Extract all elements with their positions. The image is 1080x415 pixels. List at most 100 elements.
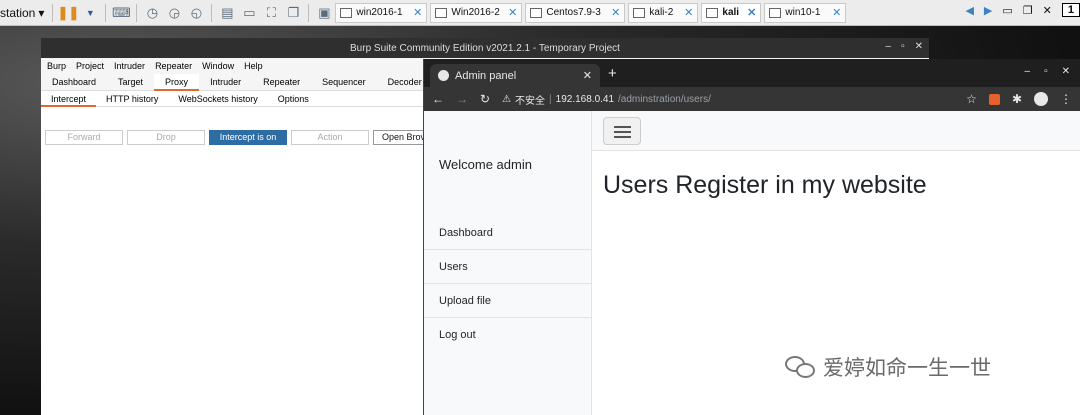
page-badge: 1: [1061, 3, 1080, 17]
menu-toggle-button[interactable]: [603, 117, 641, 145]
address-bar[interactable]: ⚠ 不安全 | 192.168.0.41/adminstration/users…: [502, 92, 711, 107]
close-icon[interactable]: ✕: [413, 6, 422, 19]
forward-button[interactable]: Forward: [45, 130, 123, 145]
extension-icon[interactable]: [988, 93, 1000, 105]
vmware-toolbar: station ▾ ❚❚ ▼ ⌨ ◷ ◶ ◵ ▤ ▭ ⛶ ❐ ▣ win2016…: [0, 0, 1080, 26]
subtab-intercept[interactable]: Intercept: [41, 91, 97, 107]
action-button[interactable]: Action: [291, 130, 369, 145]
profile-avatar-icon[interactable]: [1034, 92, 1048, 106]
separator: [211, 3, 213, 22]
close-icon[interactable]: ✕: [832, 6, 841, 19]
sidebar-item-upload-file[interactable]: Upload file: [424, 284, 592, 318]
subtab-options[interactable]: Options: [268, 91, 319, 107]
url-path: /adminstration/users/: [618, 93, 711, 105]
vm-tab-label: win10-1: [785, 7, 821, 18]
minimize-icon[interactable]: –: [886, 41, 892, 52]
reload-icon[interactable]: ↻: [480, 92, 490, 106]
sidebar-item-dashboard[interactable]: Dashboard: [424, 216, 592, 250]
tab-sequencer[interactable]: Sequencer: [311, 74, 377, 91]
sidebar-view-icon[interactable]: ▤: [216, 3, 238, 23]
menu-project[interactable]: Project: [76, 61, 104, 71]
drop-button[interactable]: Drop: [127, 130, 205, 145]
minimize-icon[interactable]: –: [1025, 66, 1031, 77]
more-menu-icon[interactable]: ⋮: [1060, 92, 1072, 106]
tab-repeater[interactable]: Repeater: [252, 74, 311, 91]
tab-dashboard[interactable]: Dashboard: [41, 74, 107, 91]
forward-icon[interactable]: →: [456, 92, 468, 106]
close-icon[interactable]: ✕: [1062, 66, 1070, 77]
close-icon[interactable]: ✕: [747, 6, 756, 19]
chrome-toolbar-right: ☆ ✱ ⋮: [966, 92, 1072, 106]
vmware-menu-label: station: [0, 5, 36, 20]
admin-sidebar: Welcome admin Dashboard Users Upload fil…: [424, 111, 592, 415]
pause-icon[interactable]: ❚❚: [57, 3, 79, 23]
vm-tab-kali[interactable]: kali ✕: [701, 2, 762, 23]
thumbnail-view-icon[interactable]: ▭: [238, 3, 260, 23]
console-view-icon[interactable]: ▣: [313, 3, 335, 23]
vm-tab-win2016-2[interactable]: Win2016-2 ✕: [430, 2, 523, 23]
sidebar-item-users[interactable]: Users: [424, 250, 592, 284]
wechat-icon: [785, 354, 817, 380]
maximize-icon[interactable]: ▫: [1044, 66, 1048, 77]
desktop: station ▾ ❚❚ ▼ ⌨ ◷ ◶ ◵ ▤ ▭ ⛶ ❐ ▣ win2016…: [0, 0, 1080, 415]
puzzle-extensions-icon[interactable]: ✱: [1012, 92, 1022, 106]
send-keys-icon[interactable]: ⌨: [110, 3, 132, 23]
separator: [105, 3, 107, 22]
maximize-icon[interactable]: ▫: [901, 41, 905, 52]
chrome-toolbar: ← → ↻ ⚠ 不安全 | 192.168.0.41/adminstration…: [424, 87, 1080, 111]
vm-icon: [633, 7, 646, 18]
close-icon[interactable]: ✕: [611, 6, 620, 19]
watermark: 爱婷如命一生一世: [785, 352, 991, 382]
restore-icon[interactable]: ❐: [1023, 4, 1033, 17]
menu-burp[interactable]: Burp: [47, 61, 66, 71]
burp-window-controls: – ▫ ✕: [886, 41, 924, 52]
close-icon[interactable]: ✕: [1043, 4, 1052, 17]
hamburger-line: [614, 136, 631, 138]
bookmark-star-icon[interactable]: ☆: [966, 92, 977, 106]
menu-window[interactable]: Window: [202, 61, 234, 71]
vmware-menu[interactable]: station ▾: [0, 6, 48, 20]
back-icon[interactable]: ←: [432, 92, 444, 106]
vm-tab-centos[interactable]: Centos7.9-3 ✕: [525, 2, 626, 23]
menu-help[interactable]: Help: [244, 61, 263, 71]
unity-icon[interactable]: ❐: [282, 3, 304, 23]
vm-tab-kali-2[interactable]: kali-2 ✕: [628, 2, 699, 23]
wechat-bubble: [796, 363, 815, 378]
menu-repeater[interactable]: Repeater: [155, 61, 192, 71]
chrome-window-controls: – ▫ ✕: [1025, 66, 1071, 77]
tab-intruder[interactable]: Intruder: [199, 74, 252, 91]
snapshot-manager-icon[interactable]: ◵: [185, 3, 207, 23]
close-icon[interactable]: ✕: [915, 41, 923, 52]
subtab-websockets-history[interactable]: WebSockets history: [168, 91, 267, 107]
vm-tab-win2016-1[interactable]: win2016-1 ✕: [335, 2, 428, 23]
menu-intruder[interactable]: Intruder: [114, 61, 145, 71]
vm-tab-win10-1[interactable]: win10-1 ✕: [764, 2, 847, 23]
browser-tab-admin-panel[interactable]: Admin panel ✕: [430, 64, 600, 87]
new-tab-icon[interactable]: +: [608, 65, 617, 82]
page-title: Users Register in my website: [603, 171, 927, 199]
subtab-http-history[interactable]: HTTP history: [96, 91, 168, 107]
close-tab-icon[interactable]: ✕: [583, 69, 592, 82]
snapshot-icon[interactable]: ◷: [141, 3, 163, 23]
url-host: 192.168.0.41: [555, 93, 615, 105]
chevron-down-icon[interactable]: ▼: [79, 3, 101, 23]
revert-snapshot-icon[interactable]: ◶: [163, 3, 185, 23]
close-icon[interactable]: ✕: [684, 6, 693, 19]
tab-scroll-left-icon[interactable]: ◀: [965, 4, 973, 17]
vmware-window-controls: ◀ ▶ ▭ ❐ ✕ 1: [965, 3, 1080, 17]
top-navbar: [592, 111, 1080, 151]
sidebar-item-log-out[interactable]: Log out: [424, 318, 592, 352]
intercept-toggle-button[interactable]: Intercept is on: [209, 130, 287, 145]
vm-tab-label: kali-2: [649, 7, 674, 18]
close-icon[interactable]: ✕: [508, 6, 517, 19]
tab-target[interactable]: Target: [107, 74, 154, 91]
minimize-icon[interactable]: ▭: [1002, 4, 1012, 17]
separator: [308, 3, 310, 22]
vm-tab-label: kali: [722, 7, 740, 18]
tab-scroll-right-icon[interactable]: ▶: [984, 4, 992, 17]
vm-tab-label: Centos7.9-3: [546, 7, 601, 18]
separator: [52, 3, 54, 22]
fullscreen-icon[interactable]: ⛶: [260, 3, 282, 23]
tab-proxy[interactable]: Proxy: [154, 73, 200, 91]
hamburger-line: [614, 131, 631, 133]
